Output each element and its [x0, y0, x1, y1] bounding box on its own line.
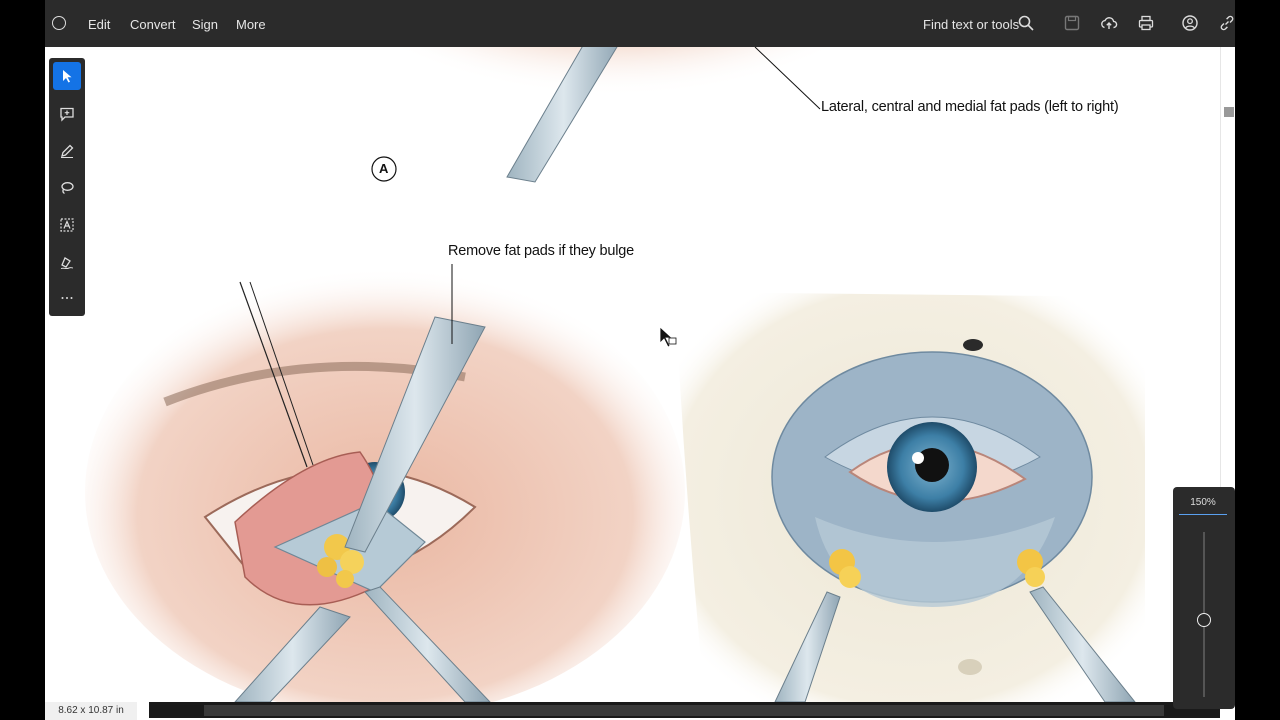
text-box-tool[interactable]	[53, 211, 81, 239]
label-fat-pads: Lateral, central and medial fat pads (le…	[821, 99, 1119, 115]
pdf-viewer-window: Edit Convert Sign More Find text or tool…	[45, 0, 1235, 720]
home-logo-icon[interactable]	[52, 16, 66, 30]
signature-pen-icon	[60, 257, 74, 270]
ellipsis-icon	[61, 297, 73, 299]
sign-tool[interactable]	[53, 248, 81, 276]
share-user-icon[interactable]	[1181, 14, 1199, 32]
surgical-illustration	[85, 47, 1145, 702]
menu-sign[interactable]: Sign	[192, 17, 218, 32]
save-icon[interactable]	[1063, 14, 1081, 32]
menu-edit[interactable]: Edit	[88, 17, 110, 32]
page-size-readout: 8.62 x 10.87 in	[45, 702, 137, 720]
arrow-cursor-icon	[63, 70, 72, 83]
select-tool[interactable]	[53, 62, 81, 90]
print-icon[interactable]	[1137, 14, 1155, 32]
zoom-panel: 150%	[1173, 487, 1235, 709]
highlight-tool[interactable]	[53, 137, 81, 165]
zoom-percentage[interactable]: 150%	[1179, 497, 1227, 515]
menu-convert[interactable]: Convert	[130, 17, 176, 32]
text-box-icon	[60, 218, 74, 232]
tool-rail	[49, 58, 85, 316]
find-text-tools-button[interactable]: Find text or tools	[923, 17, 1019, 32]
menu-more[interactable]: More	[236, 17, 266, 32]
top-toolbar: Edit Convert Sign More Find text or tool…	[45, 0, 1235, 47]
more-tools-button[interactable]	[53, 284, 81, 312]
label-remove-fat-pads: Remove fat pads if they bulge	[448, 243, 635, 259]
horizontal-scrollbar[interactable]	[149, 702, 1220, 718]
lasso-icon	[61, 182, 74, 195]
link-icon[interactable]	[1218, 14, 1235, 32]
figure-marker-a: A	[379, 161, 389, 176]
draw-tool[interactable]	[53, 174, 81, 202]
document-page: Lateral, central and medial fat pads (le…	[45, 47, 1220, 702]
vertical-scroll-thumb[interactable]	[1224, 107, 1234, 117]
cloud-upload-icon[interactable]	[1100, 14, 1118, 32]
pen-icon	[61, 144, 74, 158]
comment-tool[interactable]	[53, 100, 81, 128]
horizontal-scroll-thumb[interactable]	[204, 705, 1164, 716]
search-icon[interactable]	[1017, 14, 1035, 32]
add-comment-icon	[60, 107, 74, 122]
zoom-slider-knob[interactable]	[1197, 613, 1211, 627]
